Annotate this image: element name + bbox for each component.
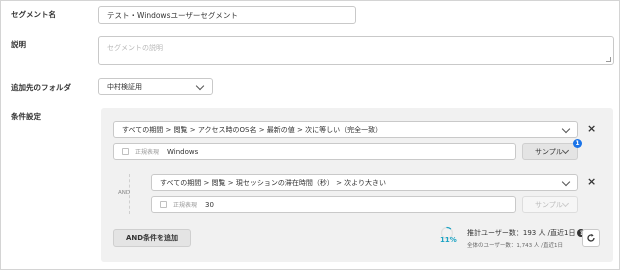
- condition-2-path: すべての期間 > 閲覧 > 現セッションの滞在時間（秒） > 次より大きい: [160, 178, 387, 187]
- condition-1-value-field[interactable]: 正規表現 Windows: [113, 143, 516, 160]
- remove-condition-2-button[interactable]: ×: [587, 176, 596, 187]
- folder-value: 中村検証用: [107, 82, 142, 91]
- chevron-down-icon: [561, 124, 571, 134]
- condition-2-path-select[interactable]: すべての期間 > 閲覧 > 現セッションの滞在時間（秒） > 次より大きい: [151, 174, 578, 191]
- segment-name-value: テスト・Windowsユーザーセグメント: [107, 10, 238, 20]
- condition-1-value: Windows: [167, 147, 199, 156]
- condition-1-path: すべての期間 > 閲覧 > アクセス時のOS名 > 最新の値 > 次に等しい（完…: [122, 125, 383, 134]
- chevron-down-icon: [561, 177, 571, 187]
- condition-1-sample-button[interactable]: サンプル: [522, 143, 578, 160]
- conditions-panel: すべての期間 > 閲覧 > アクセス時のOS名 > 最新の値 > 次に等しい（完…: [101, 108, 613, 262]
- chevron-down-icon: [561, 199, 570, 208]
- segment-name-label: セグメント名: [11, 10, 56, 19]
- condition-2-regex-checkbox[interactable]: [160, 201, 167, 208]
- segment-editor: セグメント名 テスト・Windowsユーザーセグメント 説明 セグメントの説明 …: [0, 0, 620, 270]
- conditions-label: 条件設定: [11, 112, 41, 121]
- progress-ring-arc: [446, 226, 452, 230]
- estimated-users: 推計ユーザー数：193 人 /直近1日?: [467, 228, 586, 238]
- folder-select[interactable]: 中村検証用: [98, 78, 213, 95]
- description-label: 説明: [11, 40, 26, 49]
- condition-1-path-select[interactable]: すべての期間 > 閲覧 > アクセス時のOS名 > 最新の値 > 次に等しい（完…: [113, 121, 578, 138]
- condition-2-value: 30: [205, 200, 214, 209]
- add-and-condition-button[interactable]: AND条件を追加: [113, 229, 191, 247]
- condition-2-value-field[interactable]: 正規表現 30: [151, 196, 516, 213]
- sample-count-badge: 1: [573, 139, 582, 148]
- condition-1-regex-label: 正規表現: [135, 149, 160, 156]
- condition-2-regex-label: 正規表現: [173, 202, 198, 209]
- condition-1-sample-label: サンプル: [535, 147, 563, 156]
- total-users: 全体のユーザー数：1,743 人 /直近1日: [467, 243, 563, 249]
- chevron-down-icon: [561, 146, 570, 155]
- refresh-button[interactable]: [582, 229, 600, 247]
- estimated-users-text: 推計ユーザー数：193 人 /直近1日: [467, 229, 576, 237]
- resize-handle-icon[interactable]: [606, 57, 611, 62]
- segment-name-input[interactable]: テスト・Windowsユーザーセグメント: [98, 6, 356, 24]
- remove-condition-1-button[interactable]: ×: [587, 123, 596, 134]
- chevron-down-icon: [195, 81, 205, 91]
- description-placeholder: セグメントの説明: [107, 44, 163, 52]
- description-textarea[interactable]: セグメントの説明: [98, 36, 614, 65]
- folder-label: 追加先のフォルダ: [11, 83, 71, 92]
- and-label: AND: [118, 190, 131, 196]
- condition-1-regex-checkbox[interactable]: [122, 148, 129, 155]
- condition-2-sample-label: サンプル: [535, 200, 563, 209]
- percent-label: 11%: [440, 236, 457, 244]
- refresh-icon: [587, 233, 595, 242]
- condition-2-sample-button[interactable]: サンプル: [522, 196, 578, 213]
